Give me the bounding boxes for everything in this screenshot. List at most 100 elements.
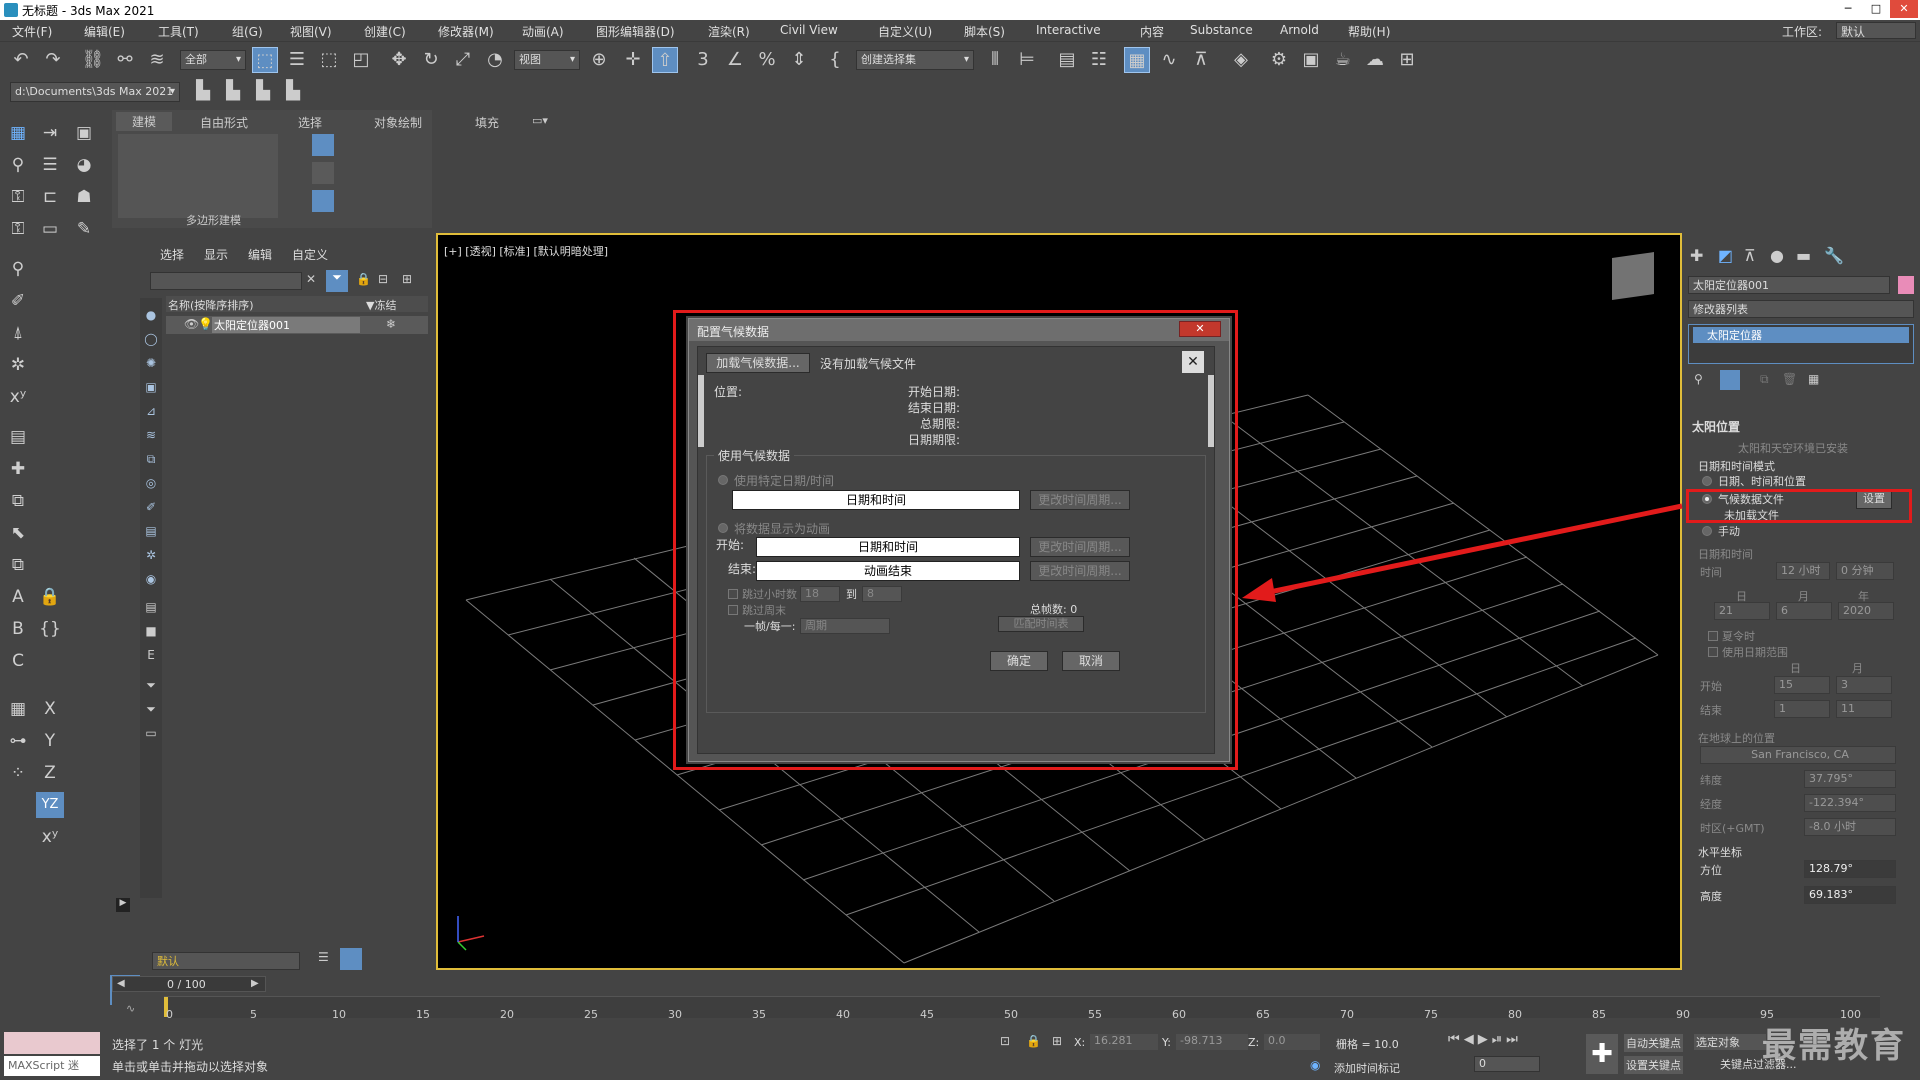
info-scrollbar-right[interactable] (1208, 375, 1214, 447)
pin-icon[interactable]: ⚲ (4, 256, 32, 282)
spinner-snap-icon[interactable]: ⇕ (786, 47, 812, 73)
se-geometry-icon[interactable]: ● (142, 306, 160, 324)
city-field[interactable]: San Francisco, CA (1700, 746, 1896, 764)
ribbon-tab-object-paint[interactable]: 对象绘制 (374, 114, 422, 131)
layer-explorer-icon[interactable]: ☷ (1086, 47, 1112, 73)
text-a-icon[interactable]: A (4, 584, 32, 610)
project-folder-icon[interactable]: ▙ (190, 78, 216, 104)
match-timeline-button[interactable]: 匹配时间表 (998, 616, 1084, 632)
key-icon[interactable]: ⚿ (4, 184, 32, 210)
layer-manager-icon[interactable]: ⧉ (4, 552, 32, 578)
set-key-button[interactable]: 设置关键点 (1624, 1056, 1683, 1074)
se-none-icon[interactable]: E (142, 646, 160, 664)
lock-icon[interactable]: 🔒 (36, 584, 64, 610)
material-editor-icon[interactable]: ◈ (1228, 47, 1254, 73)
se-visibility-icon[interactable]: ◉ (142, 570, 160, 588)
xy-icon[interactable]: xʸ (36, 824, 64, 850)
menu-civil-view[interactable]: Civil View (780, 23, 838, 37)
se-funnel2-icon[interactable]: ⏷ (142, 700, 160, 718)
change-period-button-2[interactable]: 更改时间周期... (1030, 537, 1130, 557)
scale-icon[interactable]: ⤢ (450, 47, 476, 73)
year-spinner[interactable]: 2020 (1838, 602, 1894, 620)
playback-controls-icon[interactable]: ⏮◀▶⏯⏭ (1448, 1032, 1522, 1047)
selection-filter-dropdown[interactable]: 全部 (180, 50, 246, 70)
end-field[interactable]: 动画结束 (756, 561, 1020, 581)
select-by-name-icon[interactable]: ☰ (284, 47, 310, 73)
skip-weekends-checkbox[interactable] (728, 605, 738, 615)
absolute-mode-icon[interactable]: ⊞ (1052, 1034, 1062, 1048)
skip-from-spinner[interactable]: 18 (800, 586, 840, 602)
ruler-icon[interactable]: ⊶ (4, 728, 32, 754)
dst-checkbox[interactable] (1708, 631, 1718, 641)
se-tab-edit[interactable]: 编辑 (248, 246, 272, 263)
maximize-button[interactable]: □ (1862, 0, 1890, 18)
ribbon-tab-modeling[interactable]: 建模 (116, 112, 173, 131)
se-clear-icon[interactable]: ✕ (306, 272, 316, 286)
make-unique-icon[interactable]: ⧉ (1760, 372, 1769, 387)
se-box-icon[interactable]: ▭ (142, 724, 160, 742)
change-period-button-3[interactable]: 更改时间周期... (1030, 561, 1130, 581)
se-containers-icon[interactable]: ▤ (142, 522, 160, 540)
undo-icon[interactable]: ↶ (8, 47, 34, 73)
use-range-checkbox[interactable] (1708, 647, 1718, 657)
text-b-icon[interactable]: B (4, 616, 32, 642)
edit-named-selection-icon[interactable]: { (822, 47, 848, 73)
minute-spinner[interactable]: 0 分钟 (1836, 562, 1894, 580)
se-hierarchy-icon[interactable]: ⊞ (402, 272, 412, 286)
se-row[interactable]: 👁 💡 太阳定位器001 ❄ (166, 316, 428, 334)
angle-snap-icon[interactable]: ∠ (722, 47, 748, 73)
rect-selection-icon[interactable]: ⬚ (316, 47, 342, 73)
scene-explorer-icon[interactable]: ▤ (1054, 47, 1080, 73)
render-cloud-icon[interactable]: ☁ (1362, 47, 1388, 73)
add-icon[interactable]: ✚ (4, 456, 32, 482)
se-helpers-icon[interactable]: ⊿ (142, 402, 160, 420)
create-tab-icon[interactable]: ✚ (1690, 246, 1703, 265)
render-icon[interactable]: ⇥ (36, 120, 64, 146)
ribbon-tab-freeform[interactable]: 自由形式 (200, 114, 248, 131)
info-scrollbar[interactable] (698, 375, 704, 447)
time-slider[interactable]: ◀ 0 / 100 ▶ (112, 976, 266, 992)
se-funnel-icon[interactable]: ⏷ (142, 676, 160, 694)
current-frame-field[interactable]: 0 (1474, 1056, 1540, 1072)
end-month-spinner[interactable]: 11 (1836, 700, 1892, 718)
list-icon[interactable]: ☰ (36, 152, 64, 178)
curve-editor-icon[interactable]: ∿ (1156, 47, 1182, 73)
window-crossing-icon[interactable]: ◰ (348, 47, 374, 73)
render-shortcuts-icon[interactable]: ⊞ (1394, 47, 1420, 73)
start-month-spinner[interactable]: 3 (1836, 676, 1892, 694)
auto-key-button[interactable]: 自动关键点 (1624, 1034, 1683, 1052)
se-groups-icon[interactable]: ⧉ (142, 450, 160, 468)
se-lock-icon[interactable]: 🔒 (356, 272, 371, 286)
manipulate-icon[interactable]: ✛ (620, 47, 646, 73)
x-coord-field[interactable]: 16.281 (1090, 1034, 1158, 1050)
keyboard-shortcut-override-icon[interactable]: ⇧ (652, 47, 678, 73)
remove-modifier-icon[interactable]: 🗑 (1782, 372, 1797, 386)
se-particles-icon[interactable]: ✲ (142, 546, 160, 564)
se-tab-display[interactable]: 显示 (204, 246, 228, 263)
rotate-icon[interactable]: ↻ (418, 47, 444, 73)
add-time-tag-button[interactable]: 添加时间标记 (1334, 1060, 1400, 1076)
menu-arnold[interactable]: Arnold (1280, 23, 1319, 37)
unlink-icon[interactable]: ⚯ (112, 47, 138, 73)
layer-stack-icon2[interactable]: ☰ (318, 950, 329, 964)
braces-icon[interactable]: {} (36, 616, 64, 642)
axis-x-icon[interactable]: X (36, 696, 64, 722)
se-col-freeze[interactable]: ▼冻结 (366, 297, 396, 313)
configure-sets-icon[interactable]: ▦ (1808, 372, 1819, 386)
month-spinner[interactable]: 6 (1776, 602, 1832, 620)
rendered-frame-window-icon[interactable]: ▣ (1298, 47, 1324, 73)
ribbon-group-label[interactable]: 多边形建模 (186, 212, 241, 228)
render-setup-icon[interactable]: ⚙ (1266, 47, 1292, 73)
mode-datetime-radio[interactable] (1702, 476, 1712, 486)
menu-group[interactable]: 组(G) (232, 23, 263, 40)
select-region-icon[interactable]: ⊏ (36, 184, 64, 210)
timezone-spinner[interactable]: -8.0 小时 (1804, 818, 1896, 836)
close-window-button[interactable]: ✕ (1890, 0, 1918, 18)
longitude-spinner[interactable]: -122.394° (1804, 794, 1896, 812)
key-selection-dropdown[interactable]: 选定对象 (1694, 1034, 1766, 1050)
layer-manager-button[interactable] (340, 948, 362, 970)
bind-space-warp-icon[interactable]: ≋ (144, 47, 170, 73)
paint-icon[interactable]: ◕ (70, 152, 98, 178)
named-selection-dropdown[interactable]: 创建选择集 (856, 50, 974, 70)
axis-y-icon[interactable]: Y (36, 728, 64, 754)
